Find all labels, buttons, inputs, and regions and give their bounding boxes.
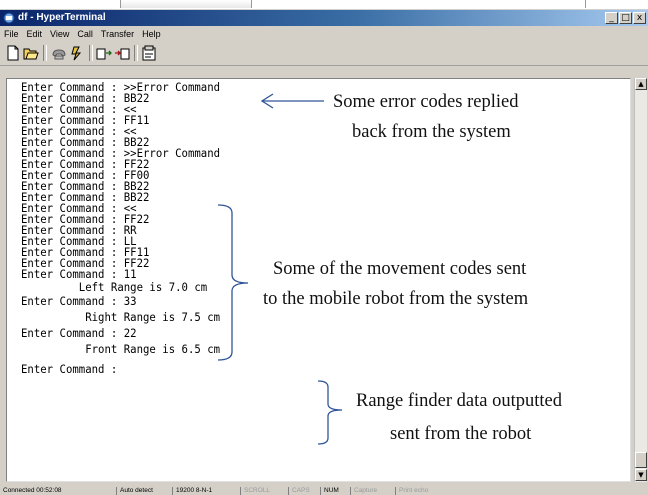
terminal-line: Front Range is 6.5 cm [21,342,221,356]
maximize-button[interactable]: □ [619,12,632,24]
close-button[interactable]: x [633,12,646,24]
annotation-error-codes-line2: back from the system [352,122,511,142]
open-icon [23,48,39,60]
terminal-screen[interactable]: Enter Command : >>Error Command Enter Co… [6,78,631,482]
status-connected: Connected 00:52:08 [3,487,62,494]
annotation-range-finder-line1: Range finder data outputted [356,391,563,411]
background-window-strip [0,0,648,10]
hyperterminal-icon [3,12,15,24]
receive-button[interactable] [113,44,131,62]
call-icon [52,49,66,60]
status-caps: CAPS [288,487,310,495]
annotation-movement-codes-line2: to the mobile robot from the system [263,289,529,309]
background-tab-edge [585,0,594,8]
window-title: df - HyperTerminal [18,12,106,23]
properties-button[interactable] [140,44,158,62]
status-port: 19200 8-N-1 [172,487,212,495]
menu-transfer[interactable]: Transfer [97,27,138,41]
annotation-error-codes-line1: Some error codes replied [333,92,519,112]
title-bar: df - HyperTerminal _ □ x [0,10,648,26]
open-button[interactable] [22,44,40,62]
toolbar [0,41,648,66]
toolbar-separator [43,45,47,61]
status-capture: Capture [350,487,377,495]
menu-edit[interactable]: Edit [23,27,47,41]
terminal-line: Enter Command : [21,362,118,376]
toolbar-separator [89,45,93,61]
call-button[interactable] [50,44,68,62]
disconnect-icon [71,46,82,61]
send-icon [96,48,112,60]
status-bar: Connected 00:52:08 Auto detect 19200 8-N… [0,487,648,495]
scroll-up-button[interactable]: ▲ [635,78,647,90]
new-icon [7,45,19,61]
menu-view[interactable]: View [46,27,73,41]
disconnect-button[interactable] [68,44,86,62]
menu-file[interactable]: File [0,27,23,41]
status-num: NUM [320,487,339,495]
toolbar-separator [134,45,138,61]
properties-icon [142,45,156,61]
menu-help[interactable]: Help [138,27,165,41]
receive-icon [115,48,130,60]
terminal-line: Enter Command : 22 [21,326,137,340]
status-scroll: SCROLL [240,487,270,495]
status-detect: Auto detect [116,487,153,495]
minimize-button[interactable]: _ [605,12,618,24]
scroll-thumb[interactable] [635,452,647,468]
new-button[interactable] [4,44,22,62]
terminal-line: Enter Command : 11 [21,267,137,281]
annotation-range-finder-line2: sent from the robot [390,424,532,444]
vertical-scrollbar[interactable]: ▲ ▼ [634,78,647,482]
menu-call[interactable]: Call [73,27,97,41]
menu-bar: File Edit View Call Transfer Help [0,26,648,41]
scroll-down-button[interactable]: ▼ [635,469,647,481]
terminal-line: Left Range is 7.0 cm [21,280,208,294]
terminal-line: Right Range is 7.5 cm [21,310,221,324]
terminal-line: Enter Command : 33 [21,294,137,308]
status-print-echo: Print echo [395,487,428,495]
annotation-movement-codes-line1: Some of the movement codes sent [273,259,527,279]
background-tab [120,0,252,8]
send-button[interactable] [95,44,113,62]
